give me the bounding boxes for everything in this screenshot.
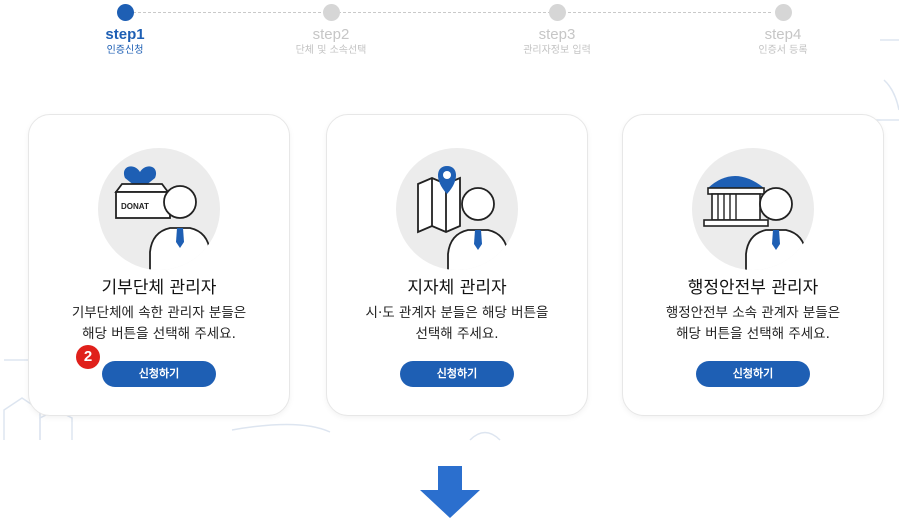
step-4-title: step4 [764, 26, 802, 43]
apply-button-donation-org[interactable]: 신청하기 [102, 361, 216, 387]
step-1-title: step1 [105, 26, 145, 43]
card-description: 행정안전부 소속 관계자 분들은 해당 버튼을 선택해 주세요. [665, 305, 841, 342]
government-building-icon [692, 148, 814, 270]
step-2-subtitle: 단체 및 소속선택 [295, 45, 367, 56]
card-description: 시·도 관계자 분들은 해당 버튼을 선택해 주세요. [365, 305, 549, 342]
step-4-dot-icon [774, 4, 792, 21]
step-3-subtitle: 관리자정보 입력 [523, 45, 591, 56]
step-2: step2 단체 및 소속선택 [271, 4, 391, 57]
arrow-down-icon [420, 466, 480, 518]
stepper-connector [133, 12, 771, 13]
step-3-title: step3 [538, 26, 576, 43]
donation-org-admin-card: DONAT 기부단체 관리자 기부단체에 속한 관리자 분들은 해당 버튼을 선… [28, 114, 290, 416]
map-pin-icon [396, 148, 518, 270]
apply-button-local-gov[interactable]: 신청하기 [400, 361, 514, 387]
step-2-dot-icon [322, 4, 340, 21]
step-4: step4 인증서 등록 [723, 4, 843, 57]
step-1-dot-icon [116, 4, 134, 21]
svg-text:DONAT: DONAT [121, 202, 149, 211]
ministry-admin-card: 행정안전부 관리자 행정안전부 소속 관계자 분들은 해당 버튼을 선택해 주세… [622, 114, 884, 416]
step-3: step3 관리자정보 입력 [497, 4, 617, 57]
step-1: step1 인증신청 [65, 4, 185, 57]
annotation-number-badge: 2 [76, 345, 100, 369]
donation-box-icon: DONAT [98, 148, 220, 270]
card-title: 기부단체 관리자 [101, 278, 217, 298]
card-title: 행정안전부 관리자 [687, 278, 819, 298]
step-3-dot-icon [548, 4, 566, 21]
card-description: 기부단체에 속한 관리자 분들은 해당 버튼을 선택해 주세요. [71, 305, 247, 342]
step-2-title: step2 [312, 26, 350, 43]
step-4-subtitle: 인증서 등록 [758, 45, 808, 56]
card-title: 지자체 관리자 [407, 278, 507, 298]
local-gov-admin-card: 지자체 관리자 시·도 관계자 분들은 해당 버튼을 선택해 주세요. 신청하기 [326, 114, 588, 416]
step-1-subtitle: 인증신청 [106, 45, 144, 56]
apply-button-ministry[interactable]: 신청하기 [696, 361, 810, 387]
progress-stepper: step1 인증신청 step2 단체 및 소속선택 step3 관리자정보 입… [0, 0, 899, 70]
